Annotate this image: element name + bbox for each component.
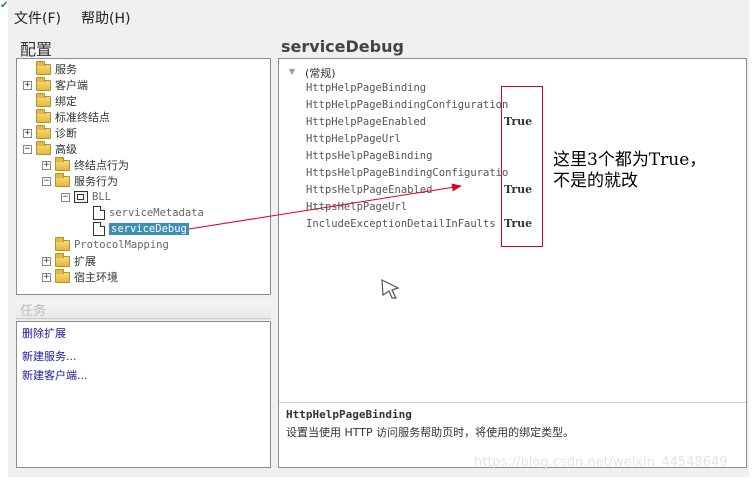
tree-item-7[interactable]: + 终结点行为	[42, 156, 129, 173]
property-name[interactable]: HttpHelpPageEnabled	[306, 116, 426, 128]
tree-item-label: 服务	[55, 63, 77, 76]
tree-item-9[interactable]: − BLL	[61, 189, 111, 205]
task-new-service[interactable]: 新建服务...	[22, 348, 77, 364]
tree-item-label: ProtocolMapping	[74, 239, 169, 251]
task-new-client[interactable]: 新建客户端...	[22, 367, 88, 383]
document-icon	[93, 222, 105, 236]
tree-item-label: serviceDebug	[109, 223, 189, 235]
menubar: 文件(F) 帮助(H)	[14, 6, 130, 30]
tasks-panel: 删除扩展 新建服务... 新建客户端...	[16, 321, 271, 468]
tasks-divider	[16, 318, 271, 319]
folder-icon	[36, 108, 51, 123]
collapse-icon[interactable]: −	[23, 144, 32, 154]
tree-item-5[interactable]: + 诊断	[23, 124, 77, 141]
expand-icon[interactable]: +	[23, 128, 32, 138]
property-name[interactable]: HttpHelpPageUrl	[306, 133, 401, 145]
tree-item-8[interactable]: − 服务行为	[42, 172, 118, 189]
property-name[interactable]: HttpHelpPageBindingConfiguration	[306, 99, 508, 111]
tree-item-10[interactable]: serviceMetadata	[80, 205, 204, 221]
folder-icon	[36, 92, 51, 107]
expand-icon[interactable]: +	[23, 80, 32, 90]
tree-item-12[interactable]: ProtocolMapping	[42, 236, 169, 253]
service-icon	[74, 191, 88, 203]
property-name[interactable]: HttpsHelpPageBindingConfiguratio	[306, 167, 508, 179]
annotation-text: 这里3个都为True， 不是的就改	[553, 150, 706, 192]
mouse-cursor-icon	[381, 278, 400, 299]
property-name[interactable]: HttpsHelpPageUrl	[306, 201, 407, 213]
document-icon	[93, 206, 105, 220]
task-remove-extension[interactable]: 删除扩展	[22, 325, 66, 341]
tasks-header: 任务	[16, 300, 271, 320]
values-highlight-box	[501, 86, 543, 247]
description-divider	[279, 402, 746, 403]
config-title: 配置	[20, 40, 53, 59]
tree-item-3[interactable]: 绑定	[23, 92, 77, 109]
folder-icon	[36, 60, 51, 75]
property-group-label[interactable]: (常规)	[305, 65, 336, 81]
collapse-icon[interactable]: −	[42, 176, 51, 186]
tree-item-4[interactable]: 标准终结点	[23, 108, 110, 125]
tree-item-label: 宿主环境	[74, 271, 118, 284]
watermark-text: https://blog.csdn.net/weixin_44548649	[474, 455, 728, 470]
tree-item-6[interactable]: − 高级	[23, 140, 77, 157]
folder-icon	[55, 172, 70, 187]
tree-item-2[interactable]: + 客户端	[23, 76, 88, 93]
folder-icon	[36, 140, 51, 155]
description-title: HttpHelpPageBinding	[286, 408, 412, 421]
annotation-line-2: 不是的就改	[553, 171, 638, 191]
tree-item-label: 高级	[55, 143, 77, 156]
config-tree-panel: 服务 + 客户端 绑定 标准终结点 + 诊断 − 高级 + 终结点行为 − 服务行为 − BLL servic…	[16, 58, 271, 295]
annotation-line-1: 这里3个都为True，	[553, 150, 707, 170]
app-logo-icon: ✔	[0, 0, 9, 11]
folder-icon	[36, 124, 51, 139]
tree-item-13[interactable]: + 扩展	[42, 252, 96, 269]
property-name[interactable]: HttpHelpPageBinding	[306, 82, 426, 94]
folder-icon	[55, 268, 70, 283]
property-name[interactable]: HttpsHelpPageBinding	[306, 150, 432, 162]
tree-item-label: 服务行为	[74, 175, 118, 188]
property-name[interactable]: IncludeExceptionDetailInFaults	[306, 218, 496, 230]
folder-icon	[55, 252, 70, 267]
tasks-title: 任务	[20, 304, 47, 319]
folder-icon	[55, 156, 70, 171]
menu-help[interactable]: 帮助(H)	[81, 6, 130, 30]
tree-item-label: 诊断	[55, 127, 77, 140]
folder-icon	[55, 236, 70, 251]
tree-item-label: BLL	[92, 191, 111, 203]
property-name[interactable]: HttpsHelpPageEnabled	[306, 184, 432, 196]
menu-file[interactable]: 文件(F)	[14, 6, 61, 30]
tree-item-label: 扩展	[74, 255, 96, 268]
tree-item-label: 终结点行为	[74, 159, 129, 172]
folder-icon	[36, 76, 51, 91]
tree-item-label: serviceMetadata	[109, 207, 204, 219]
tree-item-label: 绑定	[55, 95, 77, 108]
expand-icon[interactable]: +	[42, 160, 51, 170]
detail-title: serviceDebug	[281, 37, 404, 56]
tree-item-label: 标准终结点	[55, 111, 110, 124]
expand-icon[interactable]: +	[42, 272, 51, 282]
tree-item-1[interactable]: 服务	[23, 60, 77, 77]
description-text: 设置当使用 HTTP 访问服务帮助页时，将使用的绑定类型。	[286, 426, 575, 439]
tree-item-label: 客户端	[55, 79, 88, 92]
expand-icon[interactable]: +	[42, 256, 51, 266]
collapse-arrow-icon[interactable]: ▼	[289, 67, 295, 76]
tree-item-14[interactable]: + 宿主环境	[42, 268, 118, 285]
tree-item-11[interactable]: serviceDebug	[80, 221, 189, 237]
collapse-icon[interactable]: −	[61, 192, 70, 202]
